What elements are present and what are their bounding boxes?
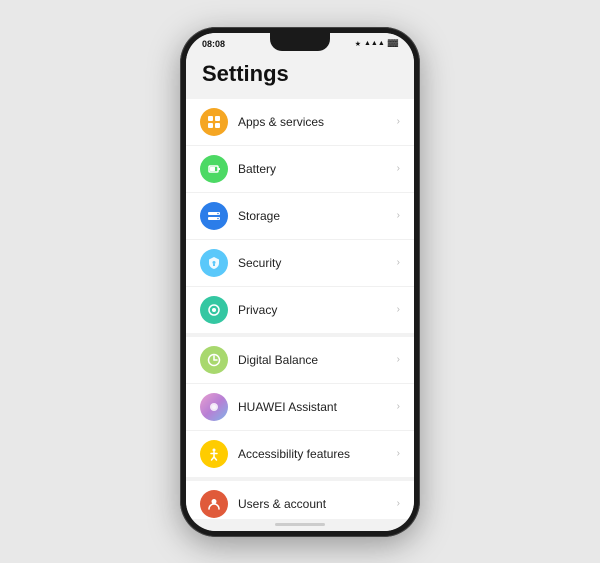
huawei-assistant-icon xyxy=(200,393,228,421)
settings-group-1: Apps & services › Battery › xyxy=(186,99,414,333)
status-icons: ★ ▲▲▲ ▓▓ xyxy=(355,40,398,48)
battery-icon: ▓▓ xyxy=(388,40,398,47)
phone-screen: 08:08 ★ ▲▲▲ ▓▓ Settings xyxy=(186,33,414,531)
settings-item-huawei-assistant[interactable]: HUAWEI Assistant › xyxy=(186,384,414,431)
users-icon xyxy=(200,490,228,518)
settings-item-security[interactable]: Security › xyxy=(186,240,414,287)
bluetooth-icon: ★ xyxy=(355,40,361,48)
privacy-icon xyxy=(200,296,228,324)
accessibility-icon xyxy=(200,440,228,468)
accessibility-label: Accessibility features xyxy=(238,447,397,461)
settings-group-3: Users & account › HMS HMS Core › xyxy=(186,481,414,519)
huawei-assistant-label: HUAWEI Assistant xyxy=(238,400,397,414)
settings-item-users[interactable]: Users & account › xyxy=(186,481,414,519)
storage-icon xyxy=(200,202,228,230)
huawei-assistant-chevron: › xyxy=(397,401,400,412)
settings-item-storage[interactable]: Storage › xyxy=(186,193,414,240)
privacy-label: Privacy xyxy=(238,303,397,317)
storage-label: Storage xyxy=(238,209,397,223)
settings-item-accessibility[interactable]: Accessibility features › xyxy=(186,431,414,477)
users-chevron: › xyxy=(397,498,400,509)
apps-label: Apps & services xyxy=(238,115,397,129)
digital-balance-label: Digital Balance xyxy=(238,353,397,367)
storage-chevron: › xyxy=(397,210,400,221)
status-time: 08:08 xyxy=(202,39,225,49)
apps-icon xyxy=(200,108,228,136)
digital-balance-icon xyxy=(200,346,228,374)
security-icon xyxy=(200,249,228,277)
page-title: Settings xyxy=(186,51,414,95)
battery-label: Battery xyxy=(238,162,397,176)
phone-frame: 08:08 ★ ▲▲▲ ▓▓ Settings xyxy=(180,27,420,537)
accessibility-chevron: › xyxy=(397,448,400,459)
battery-icon-circle xyxy=(200,155,228,183)
home-bar xyxy=(275,523,325,526)
signal-icon: ▲▲▲ xyxy=(364,40,385,47)
notch xyxy=(270,33,330,51)
users-label: Users & account xyxy=(238,497,397,511)
privacy-chevron: › xyxy=(397,304,400,315)
battery-chevron: › xyxy=(397,163,400,174)
security-chevron: › xyxy=(397,257,400,268)
settings-item-battery[interactable]: Battery › xyxy=(186,146,414,193)
screen-content: Settings Apps & services › xyxy=(186,51,414,519)
settings-group-2: Digital Balance › HUAWEI Assistant › xyxy=(186,337,414,477)
digital-balance-chevron: › xyxy=(397,354,400,365)
settings-item-apps[interactable]: Apps & services › xyxy=(186,99,414,146)
settings-item-digital-balance[interactable]: Digital Balance › xyxy=(186,337,414,384)
security-label: Security xyxy=(238,256,397,270)
settings-item-privacy[interactable]: Privacy › xyxy=(186,287,414,333)
apps-chevron: › xyxy=(397,116,400,127)
home-indicator xyxy=(186,519,414,531)
